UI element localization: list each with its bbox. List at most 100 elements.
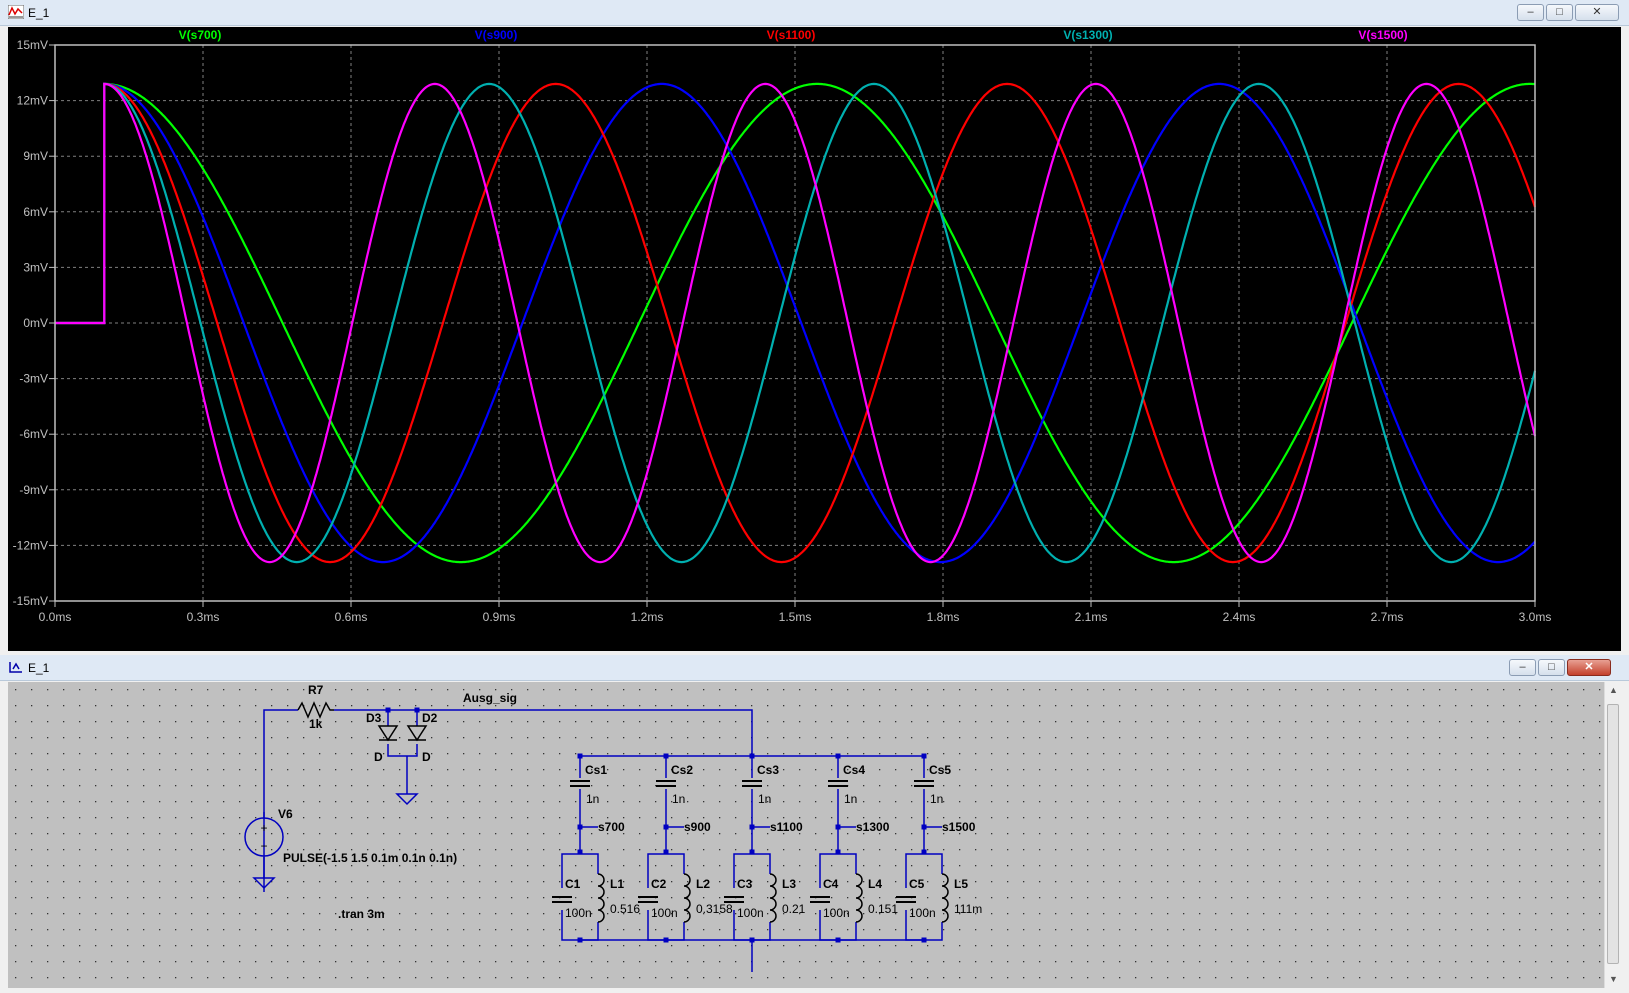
legend-label[interactable]: V(s1500) (1358, 28, 1407, 42)
x-tick-label: 0.9ms (483, 610, 516, 624)
minimize-button[interactable]: – (1509, 659, 1536, 676)
scroll-down-icon[interactable]: ▼ (1605, 971, 1622, 988)
inductor-value: 0.21 (782, 902, 806, 916)
junction-dot (749, 937, 755, 943)
y-tick-label: -12mV (13, 538, 48, 552)
waveform-app-icon (8, 5, 24, 19)
junction-dot (577, 753, 583, 759)
legend-label[interactable]: V(s1100) (767, 28, 816, 42)
junction-dot (835, 753, 841, 759)
waveform-chart[interactable]: 15mV 12mV 9mV 6mV 3mV 0mV -3mV -6mV -9mV -12mV -15… (8, 27, 1621, 651)
y-tick-label: 6mV (23, 205, 48, 219)
capacitor-name: C5 (909, 877, 925, 891)
maximize-icon: □ (1556, 6, 1563, 18)
junction-dot (921, 937, 927, 943)
schematic-window-title: E_1 (28, 661, 50, 675)
y-tick-label: -15mV (13, 594, 48, 608)
trace-legend[interactable]: V(s700) V(s900) V(s1100) V(s1300) V(s1500) (179, 28, 1408, 42)
series-capacitor-name: Cs2 (671, 763, 693, 777)
inductor-value: 0.3158 (696, 902, 733, 916)
diode-name: D2 (422, 711, 438, 725)
x-tick-label: 3.0ms (1519, 610, 1552, 624)
junction-dot (663, 824, 669, 830)
series-capacitor-name: Cs1 (585, 763, 607, 777)
x-tick-label: 0.3ms (187, 610, 220, 624)
y-tick-label: -3mV (19, 372, 48, 386)
capacitor-value: 100n (909, 906, 936, 920)
legend-label[interactable]: V(s1300) (1063, 28, 1112, 42)
capacitor-name: C2 (651, 877, 667, 891)
node-label-s1500: s1500 (942, 820, 976, 834)
grid-layer (55, 45, 1535, 601)
y-axis-ticks: 15mV 12mV 9mV 6mV 3mV 0mV -3mV -6mV -9mV -12mV -15… (13, 38, 55, 608)
y-tick-label: 9mV (23, 149, 48, 163)
diode-model: D (422, 750, 431, 764)
inductor-name: L4 (868, 877, 882, 891)
junction-dot (749, 824, 755, 830)
series-capacitor-value: 1n (672, 792, 685, 806)
junction-dot (577, 937, 583, 943)
capacitor-value: 100n (823, 906, 850, 920)
junction-dot (385, 707, 391, 713)
y-tick-label: 3mV (23, 260, 48, 274)
junction-dot (414, 707, 420, 713)
y-tick-label: -9mV (19, 483, 48, 497)
plot-window-title: E_1 (28, 6, 50, 20)
y-tick-label: -6mV (19, 427, 48, 441)
source-value: PULSE(-1.5 1.5 0.1m 0.1n 0.1n) (283, 851, 457, 865)
scroll-up-icon[interactable]: ▲ (1605, 682, 1622, 699)
maximize-button[interactable]: □ (1546, 4, 1573, 21)
schematic-window-titlebar[interactable]: E_1 – □ ✕ (0, 655, 1629, 681)
plot-window-titlebar[interactable]: E_1 – □ ✕ (0, 0, 1629, 26)
capacitor-name: C1 (565, 877, 581, 891)
inductor-name: L2 (696, 877, 710, 891)
inductor-value: 111m (954, 902, 982, 916)
y-tick-label: 12mV (17, 94, 48, 108)
resistor-value: 1k (309, 717, 323, 731)
junction-dot (835, 937, 841, 943)
series-capacitor-name: Cs3 (757, 763, 779, 777)
schematic-canvas[interactable]: Ausg_sig R7 1k D3 D D2 D + − V6 PULSE(-1.5 1.5 0.1… (8, 682, 1604, 988)
series-capacitor-value: 1n (930, 792, 943, 806)
inductor-name: L1 (610, 877, 624, 891)
junction-dot (921, 824, 927, 830)
close-icon: ✕ (1592, 6, 1602, 18)
maximize-button[interactable]: □ (1538, 659, 1565, 676)
junction-dot (663, 753, 669, 759)
node-label-s1300: s1300 (856, 820, 890, 834)
close-button[interactable]: ✕ (1567, 659, 1611, 676)
x-tick-label: 1.2ms (631, 610, 664, 624)
schematic-app-icon (9, 662, 22, 673)
resistor-name: R7 (308, 683, 324, 697)
minimize-button[interactable]: – (1517, 4, 1544, 21)
y-tick-label: 0mV (23, 316, 48, 330)
diode-name: D3 (366, 711, 382, 725)
legend-label[interactable]: V(s700) (179, 28, 222, 42)
spice-directive: .tran 3m (338, 907, 385, 921)
node-label-s1100: s1100 (770, 820, 803, 834)
capacitor-value: 100n (737, 906, 764, 920)
x-tick-label: 2.7ms (1371, 610, 1404, 624)
diode-model: D (374, 750, 383, 764)
schematic-drawing[interactable]: Ausg_sig R7 1k D3 D D2 D + − V6 PULSE(-1.5 1.5 0.1… (8, 682, 1604, 988)
junction-dot (749, 753, 755, 759)
x-tick-label: 2.1ms (1075, 610, 1108, 624)
voltage-source-plus: + (260, 821, 267, 835)
capacitor-value: 100n (565, 906, 592, 920)
legend-label[interactable]: V(s900) (475, 28, 518, 42)
inductor-name: L3 (782, 877, 796, 891)
scroll-thumb[interactable] (1607, 704, 1619, 964)
node-label-s700: s700 (598, 820, 625, 834)
waveform-plot-pane[interactable]: 15mV 12mV 9mV 6mV 3mV 0mV -3mV -6mV -9mV -12mV -15… (8, 27, 1621, 651)
series-capacitor-value: 1n (586, 792, 599, 806)
capacitor-value: 100n (651, 906, 678, 920)
junction-dot (835, 824, 841, 830)
schematic-vertical-scrollbar[interactable]: ▲ ▼ (1604, 682, 1622, 988)
junction-dot (663, 937, 669, 943)
node-label-s900: s900 (684, 820, 711, 834)
source-name: V6 (278, 807, 293, 821)
junction-dot (577, 824, 583, 830)
capacitor-name: C4 (823, 877, 839, 891)
grid-dots (8, 682, 1604, 988)
close-button[interactable]: ✕ (1575, 4, 1619, 21)
